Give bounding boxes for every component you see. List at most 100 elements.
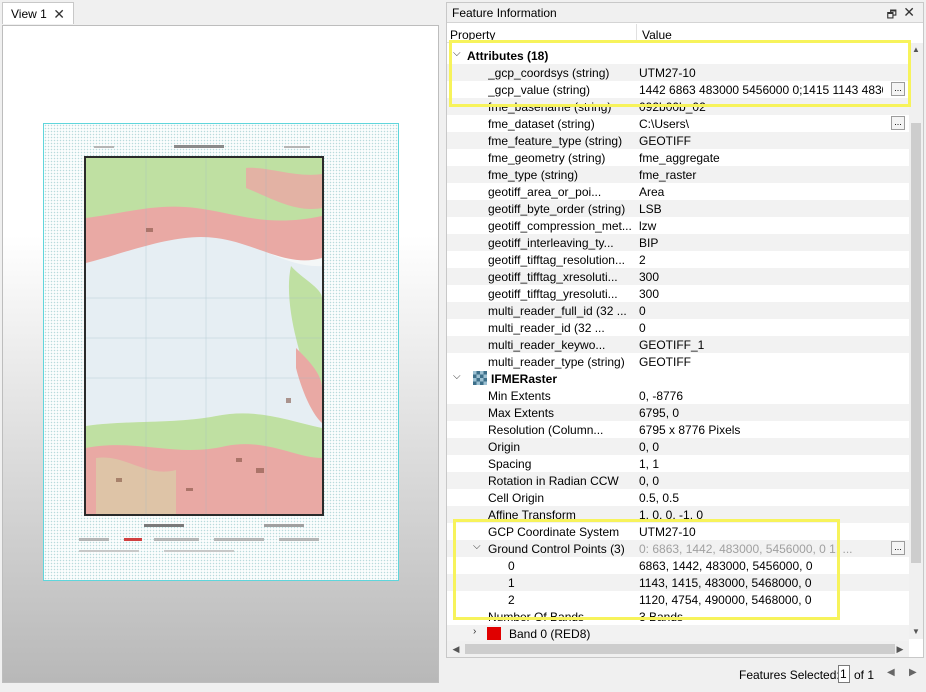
ellipsis-button[interactable]: ...	[891, 82, 905, 96]
property-value: GEOTIFF	[639, 355, 691, 369]
previous-icon[interactable]: ◀	[887, 667, 895, 678]
map-view-canvas[interactable]	[2, 25, 439, 683]
property-name: Spacing	[488, 457, 532, 471]
property-row[interactable]: multi_reader_full_id (32 ... 0	[447, 302, 909, 319]
property-row[interactable]: geotiff_compression_met... lzw	[447, 217, 909, 234]
group-attributes[interactable]: ⌵ Attributes (18)	[447, 47, 909, 64]
property-row[interactable]: _gcp_value (string) 1442 6863 483000 5456…	[447, 81, 909, 98]
vertical-scrollbar[interactable]: ▲ ▼	[909, 43, 923, 639]
property-name: geotiff_tifftag_xresoluti...	[488, 270, 618, 284]
close-icon[interactable]: ✕	[903, 4, 915, 21]
next-icon[interactable]: ▶	[909, 667, 917, 678]
group-label: IFMERaster	[491, 372, 558, 386]
gcp-index: 1	[508, 576, 515, 590]
property-row[interactable]: fme_feature_type (string) GEOTIFF	[447, 132, 909, 149]
gcp-point-row[interactable]: 0 6863, 1442, 483000, 5456000, 0	[447, 557, 909, 574]
property-row[interactable]: geotiff_tifftag_resolution... 2	[447, 251, 909, 268]
group-band-0[interactable]: › Band 0 (RED8)	[447, 625, 909, 642]
property-name: _gcp_value (string)	[488, 83, 591, 97]
horizontal-scrollbar[interactable]: ◀ ▶	[447, 641, 909, 657]
property-row[interactable]: fme_type (string) fme_raster	[447, 166, 909, 183]
gcp-value: 1120, 4754, 490000, 5468000, 0	[639, 593, 812, 607]
property-row[interactable]: geotiff_byte_order (string) LSB	[447, 200, 909, 217]
property-value: GEOTIFF	[639, 134, 691, 148]
gcp-index: 0	[508, 559, 515, 573]
property-row[interactable]: Origin 0, 0	[447, 438, 909, 455]
property-row[interactable]: _gcp_coordsys (string) UTM27-10	[447, 64, 909, 81]
property-name: multi_reader_id (32 ...	[488, 321, 605, 335]
restore-icon[interactable]: 🗗	[887, 6, 897, 25]
property-value: 0	[639, 321, 646, 335]
property-row[interactable]: geotiff_tifftag_yresoluti... 300	[447, 285, 909, 302]
raster-icon	[473, 371, 487, 385]
property-row[interactable]: Resolution (Column... 6795 x 8776 Pixels	[447, 421, 909, 438]
property-value: 300	[639, 287, 660, 301]
property-row[interactable]: Rotation in Radian CCW 0, 0	[447, 472, 909, 489]
topographic-map-image	[84, 156, 324, 516]
chevron-down-icon[interactable]: ⌵	[473, 541, 481, 552]
property-name: Band 0 (RED8)	[509, 627, 591, 641]
chevron-right-icon[interactable]: ›	[473, 626, 476, 637]
property-value: 300	[639, 270, 660, 284]
property-value: 092b00b_02	[639, 100, 706, 114]
property-name: fme_type (string)	[488, 168, 579, 182]
gcp-point-row[interactable]: 2 1120, 4754, 490000, 5468000, 0	[447, 591, 909, 608]
scroll-up-icon[interactable]: ▲	[909, 43, 923, 57]
property-value: 0, 0	[639, 440, 660, 454]
property-name: multi_reader_type (string)	[488, 355, 625, 369]
column-property[interactable]: Property	[450, 28, 495, 42]
column-header: Property Value	[447, 24, 909, 43]
property-name: Affine Transform	[488, 508, 576, 522]
tab-view-1[interactable]: View 1 ✕	[2, 2, 74, 24]
status-bar: Features Selected: 1 of 1 ◀ ▶	[446, 662, 924, 688]
property-row[interactable]: fme_geometry (string) fme_aggregate	[447, 149, 909, 166]
property-value: 0, 0	[639, 474, 660, 488]
group-ground-control-points[interactable]: ⌵ Ground Control Points (3) 0: 6863, 144…	[447, 540, 909, 557]
property-row[interactable]: multi_reader_type (string) GEOTIFF	[447, 353, 909, 370]
property-row[interactable]: fme_dataset (string) C:\Users\...	[447, 115, 909, 132]
gcp-point-row[interactable]: 1 1143, 1415, 483000, 5468000, 0	[447, 574, 909, 591]
tab-label: View 1	[11, 6, 47, 21]
chevron-down-icon[interactable]: ⌵	[453, 48, 461, 59]
property-row[interactable]: Affine Transform 1, 0, 0, -1, 0	[447, 506, 909, 523]
property-row[interactable]: Max Extents 6795, 0	[447, 404, 909, 421]
property-value: lzw	[639, 219, 657, 233]
property-row[interactable]: multi_reader_keywo... GEOTIFF_1	[447, 336, 909, 353]
feature-index-input[interactable]: 1	[838, 665, 850, 683]
ellipsis-button[interactable]: ...	[891, 116, 905, 130]
property-name: Number Of Bands	[488, 610, 585, 624]
property-value: GEOTIFF_1	[639, 338, 705, 352]
property-row[interactable]: Cell Origin 0.5, 0.5	[447, 489, 909, 506]
scroll-right-icon[interactable]: ▶	[893, 642, 907, 656]
property-value: 6795, 0	[639, 406, 680, 420]
property-row[interactable]: geotiff_tifftag_xresoluti... 300	[447, 268, 909, 285]
property-row[interactable]: GCP Coordinate System UTM27-10	[447, 523, 909, 540]
scroll-down-icon[interactable]: ▼	[909, 625, 923, 639]
property-name: geotiff_tifftag_resolution...	[488, 253, 625, 267]
chevron-down-icon[interactable]: ⌵	[453, 371, 461, 382]
scroll-left-icon[interactable]: ◀	[449, 642, 463, 656]
property-row[interactable]: fme_basename (string) 092b00b_02	[447, 98, 909, 115]
panel-title: Feature Information	[452, 5, 557, 20]
property-row-number-of-bands[interactable]: Number Of Bands 3 Bands	[447, 608, 909, 625]
property-row[interactable]: Min Extents 0, -8776	[447, 387, 909, 404]
property-value: 6795 x 8776 Pixels	[639, 423, 741, 437]
property-row[interactable]: multi_reader_id (32 ... 0	[447, 319, 909, 336]
property-row[interactable]: Spacing 1, 1	[447, 455, 909, 472]
property-row[interactable]: geotiff_interleaving_ty... BIP	[447, 234, 909, 251]
ellipsis-button[interactable]: ...	[891, 541, 905, 555]
property-name: geotiff_area_or_poi...	[488, 185, 602, 199]
column-value[interactable]: Value	[642, 28, 672, 42]
band-color-swatch	[487, 627, 501, 640]
scrollbar-thumb[interactable]	[465, 644, 895, 654]
column-divider[interactable]	[636, 24, 637, 43]
property-name: GCP Coordinate System	[488, 525, 620, 539]
property-row[interactable]: geotiff_area_or_poi... Area	[447, 183, 909, 200]
feature-count-label: of 1	[854, 668, 875, 682]
raster-extent-frame	[43, 123, 399, 581]
group-ifmeraster[interactable]: ⌵ IFMERaster	[447, 370, 909, 387]
property-name: _gcp_coordsys (string)	[488, 66, 610, 80]
close-icon[interactable]: ✕	[53, 6, 65, 23]
scrollbar-thumb[interactable]	[911, 123, 921, 563]
group-label: Attributes (18)	[467, 49, 549, 63]
